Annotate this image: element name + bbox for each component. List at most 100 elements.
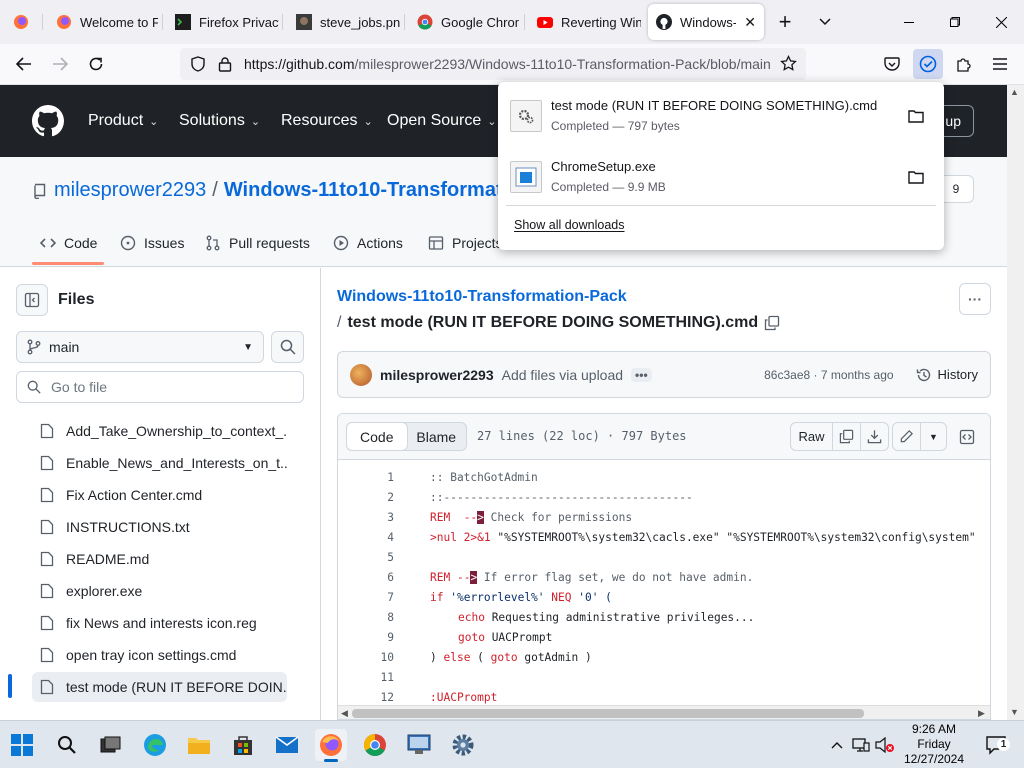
github-logo-icon[interactable] xyxy=(32,105,64,137)
new-tab-button[interactable]: + xyxy=(771,8,799,36)
copy-path-icon[interactable] xyxy=(764,315,780,331)
code-icon xyxy=(40,238,56,248)
download-raw-button[interactable] xyxy=(860,422,889,451)
show-all-downloads-button[interactable]: Show all downloads xyxy=(514,218,625,232)
code-viewer[interactable]: 1:: BatchGotAdmin 2::-------------------… xyxy=(338,460,990,705)
minimize-button[interactable] xyxy=(886,0,932,44)
url-text[interactable]: https://github.com/milesprower2293/Windo… xyxy=(244,56,770,72)
tab-close-icon[interactable]: ✕ xyxy=(744,14,756,31)
close-window-button[interactable] xyxy=(978,0,1024,44)
file-tree-item[interactable]: Add_Take_Ownership_to_context_... xyxy=(32,416,287,446)
breadcrumb-repo-link[interactable]: Windows-11to10-Transformation-Pack xyxy=(337,288,627,306)
commit-details-toggle[interactable]: ••• xyxy=(631,367,652,382)
file-tree-item[interactable]: Enable_News_and_Interests_on_t... xyxy=(32,448,287,478)
tab-actions[interactable]: Actions xyxy=(333,235,403,251)
edge-icon[interactable] xyxy=(139,729,171,761)
blame-view-button[interactable]: Blame xyxy=(407,423,467,450)
symbols-panel-button[interactable] xyxy=(952,422,982,451)
reload-button[interactable] xyxy=(81,49,111,79)
show-in-folder-icon[interactable] xyxy=(904,165,928,189)
commit-message-link[interactable]: Add files via upload xyxy=(502,367,623,383)
network-icon[interactable] xyxy=(850,729,872,761)
nav-solutions[interactable]: Solutions ⌄ xyxy=(179,112,260,130)
tab-projects[interactable]: Projects xyxy=(428,235,503,251)
scroll-left-icon[interactable]: ◀ xyxy=(341,708,348,719)
show-hidden-icons-chevron-icon[interactable] xyxy=(826,729,848,761)
remote-desktop-icon[interactable] xyxy=(403,729,435,761)
chevron-down-icon: ⌄ xyxy=(149,115,159,128)
nav-open-source[interactable]: Open Source ⌄ xyxy=(387,112,497,130)
commit-meta[interactable]: 86c3ae8 · 7 months ago xyxy=(764,368,893,382)
settings-gear-icon[interactable] xyxy=(447,729,479,761)
tab-reverting-windows[interactable]: Reverting Win xyxy=(529,4,641,40)
tab-welcome[interactable]: Welcome to F xyxy=(48,4,158,40)
file-content-box: Code Blame 27 lines (22 loc) · 797 Bytes… xyxy=(337,413,991,720)
file-tree-item[interactable]: fix News and interests icon.reg xyxy=(32,608,287,638)
search-icon[interactable] xyxy=(51,729,83,761)
volume-muted-icon[interactable] xyxy=(874,729,896,761)
history-button[interactable]: History xyxy=(916,367,978,383)
scroll-down-icon[interactable]: ▼ xyxy=(1010,707,1019,717)
start-windows-icon[interactable] xyxy=(6,729,38,761)
notification-center-icon[interactable]: 1 xyxy=(980,729,1012,761)
edit-file-button[interactable] xyxy=(892,422,921,451)
tab-steve-jobs[interactable]: steve_jobs.png xyxy=(288,4,400,40)
go-to-file-input[interactable]: Go to file xyxy=(16,371,304,403)
collapse-sidebar-button[interactable] xyxy=(16,284,48,316)
chrome-taskbar-icon[interactable] xyxy=(359,729,391,761)
repo-owner-link[interactable]: milesprower2293 xyxy=(54,179,206,202)
more-options-kebab-button[interactable]: ··· xyxy=(959,283,991,315)
back-button[interactable] xyxy=(9,49,39,79)
avatar[interactable] xyxy=(350,363,372,386)
tab-issues[interactable]: Issues xyxy=(120,235,184,251)
mail-icon[interactable] xyxy=(271,729,303,761)
repo-name-link[interactable]: Windows-11to10-Transformatic xyxy=(224,179,519,202)
tab-firefox-home[interactable] xyxy=(0,4,42,40)
chevron-down-icon: ⌄ xyxy=(487,115,497,128)
nav-product[interactable]: Product ⌄ xyxy=(88,112,158,130)
raw-button[interactable]: Raw xyxy=(790,422,833,451)
download-item[interactable]: test mode (RUN IT BEFORE DOING SOMETHING… xyxy=(498,88,944,144)
file-explorer-icon[interactable] xyxy=(183,729,215,761)
file-tree-item[interactable]: README.md xyxy=(32,544,287,574)
branch-selector[interactable]: main ▼ xyxy=(16,331,264,363)
file-tree-item[interactable]: Fix Action Center.cmd xyxy=(32,480,287,510)
task-view-icon[interactable] xyxy=(95,729,127,761)
tracking-protection-shield-icon[interactable] xyxy=(190,56,206,72)
edit-options-dropdown[interactable]: ▼ xyxy=(920,422,947,451)
address-bar[interactable]: https://github.com/milesprower2293/Windo… xyxy=(180,48,806,80)
scroll-right-icon[interactable]: ▶ xyxy=(978,708,985,719)
tab-google-chrome[interactable]: Google Chrom xyxy=(409,4,519,40)
firefox-taskbar-icon[interactable] xyxy=(315,729,347,762)
tab-pull-requests[interactable]: Pull requests xyxy=(205,235,310,251)
code-view-button[interactable]: Code xyxy=(346,422,408,451)
bookmark-star-icon[interactable] xyxy=(780,55,797,72)
copy-raw-button[interactable] xyxy=(832,422,861,451)
tab-code[interactable]: Code xyxy=(40,235,97,251)
horizontal-scrollbar[interactable]: ◀ ▶ xyxy=(338,705,990,719)
nav-resources[interactable]: Resources ⌄ xyxy=(281,112,373,130)
lock-icon[interactable] xyxy=(218,56,232,72)
microsoft-store-icon[interactable] xyxy=(227,729,259,761)
file-tree-item[interactable]: INSTRUCTIONS.txt xyxy=(32,512,287,542)
file-tree-item[interactable]: explorer.exe xyxy=(32,576,287,606)
app-menu-hamburger-icon[interactable] xyxy=(985,49,1015,79)
file-tree-item-selected[interactable]: test mode (RUN IT BEFORE DOIN... xyxy=(32,672,287,702)
downloads-button[interactable] xyxy=(913,49,943,79)
page-vertical-scrollbar[interactable]: ▲ ▼ xyxy=(1007,85,1024,720)
tab-windows-11to10[interactable]: Windows-1 ✕ xyxy=(648,4,764,40)
tab-firefox-privacy[interactable]: Firefox Privacy xyxy=(167,4,279,40)
scrollbar-thumb[interactable] xyxy=(352,709,864,718)
maximize-button[interactable] xyxy=(932,0,978,44)
list-all-tabs-button[interactable] xyxy=(811,8,839,36)
search-files-button[interactable] xyxy=(271,331,304,363)
forward-button[interactable] xyxy=(45,49,75,79)
commit-author-link[interactable]: milesprower2293 xyxy=(380,367,494,383)
scroll-up-icon[interactable]: ▲ xyxy=(1010,87,1019,97)
pocket-icon[interactable] xyxy=(877,49,907,79)
file-tree-item[interactable]: open tray icon settings.cmd xyxy=(32,640,287,670)
show-in-folder-icon[interactable] xyxy=(904,104,928,128)
download-item[interactable]: ChromeSetup.exe Completed — 9.9 MB xyxy=(498,149,944,205)
system-clock[interactable]: 9:26 AM Friday 12/27/2024 xyxy=(896,722,972,767)
extensions-puzzle-icon[interactable] xyxy=(949,49,979,79)
